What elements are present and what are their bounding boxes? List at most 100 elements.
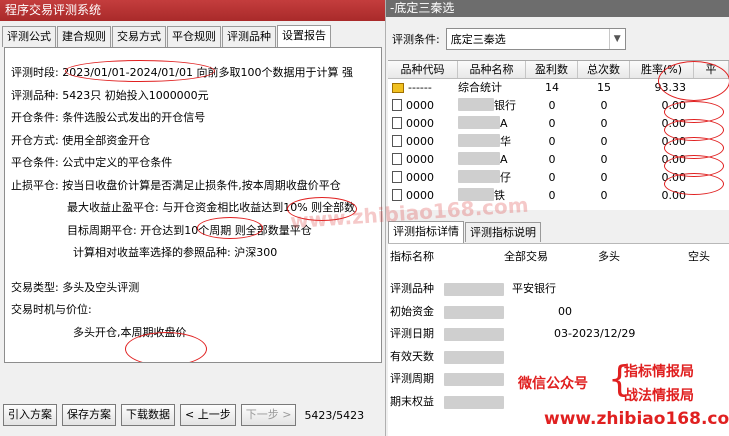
cell-total: 0 — [600, 171, 608, 184]
tab-trade-method[interactable]: 交易方式 — [112, 26, 166, 47]
report-long-open: 多头开仓,本周期收盘价 — [73, 325, 187, 339]
detail-col-all: 全部交易 — [504, 250, 548, 263]
detail-row[interactable]: 期末权益 — [388, 391, 729, 414]
cell-rate: 0.00 — [661, 189, 687, 202]
previous-step-button[interactable]: < 上一步 — [180, 404, 236, 426]
col-wins[interactable]: 盈利数 — [526, 61, 578, 78]
tab-varieties[interactable]: 评测品种 — [222, 26, 276, 47]
detail-name: 有效天数 — [390, 349, 434, 363]
cell-rate: 0.00 — [661, 135, 687, 148]
col-name[interactable]: 品种名称 — [458, 61, 526, 78]
detail-name: 评测品种 — [390, 282, 434, 295]
detail-col-long: 多头 — [598, 250, 620, 263]
cell-name-tail: 仔 — [500, 171, 511, 184]
table-row-summary[interactable]: ------ 综合统计 14 15 93.33 — [388, 79, 729, 97]
detail-row[interactable]: 评测品种 平安银行 — [388, 278, 729, 301]
redacted-block — [458, 170, 500, 183]
detail-name: 期末权益 — [390, 394, 434, 408]
detail-value: 00 — [558, 304, 572, 318]
report-relative-index: 计算相对收益率选择的参照品种: 沪深300 — [73, 246, 278, 259]
import-scheme-button[interactable]: 引入方案 — [3, 404, 57, 426]
selection-result-window: -底定三秦选 评测条件: 底定三秦选 ▼ 品种代码 品种名称 盈利数 总次数 胜… — [386, 0, 729, 436]
evaluation-system-window: 程序交易评测系统 评测公式 建合规则 交易方式 平仓规则 评测品种 设置报告 评… — [0, 0, 386, 436]
report-stoploss: 止损平仓: 按当日收盘价计算是否满足止损条件,按本周期收盘价平仓 — [11, 178, 341, 192]
save-scheme-button[interactable]: 保存方案 — [62, 404, 116, 426]
cell-total: 0 — [600, 189, 608, 202]
document-icon — [392, 135, 402, 147]
cell-wins: 0 — [548, 99, 556, 112]
tab-formula[interactable]: 评测公式 — [2, 26, 56, 47]
indicator-detail-table: 指标名称 全部交易 多头 空头 评测品种 平安银行 初始资金 00 评测日期 03-2… — [388, 243, 729, 436]
col-total[interactable]: 总次数 — [578, 61, 630, 78]
redacted-block — [458, 116, 500, 129]
cell-code: 0000 — [406, 117, 434, 130]
detail-row[interactable]: 评测周期 — [388, 368, 729, 391]
wizard-button-bar: 引入方案 保存方案 下载数据 < 上一步 下一步 > 5423/5423 — [3, 403, 364, 427]
chevron-down-icon[interactable]: ▼ — [608, 29, 625, 49]
redacted-block — [444, 305, 504, 319]
table-row[interactable]: 0000 A 0 0 0.00 — [388, 115, 729, 133]
download-data-button[interactable]: 下载数据 — [121, 404, 175, 426]
detail-value: 平安银行 — [512, 282, 556, 295]
cell-code: 0000 — [406, 171, 434, 184]
report-target-cycle: 目标周期平仓: 开仓达到10个周期 则全部数量平仓 — [67, 223, 312, 237]
detail-value: 03-2023/12/29 — [554, 327, 636, 340]
right-window-title: -底定三秦选 — [386, 0, 729, 17]
document-icon — [392, 99, 402, 111]
redacted-block — [444, 373, 504, 386]
cell-wins: 14 — [545, 81, 559, 94]
tab-indicator-notes[interactable]: 评测指标说明 — [465, 222, 541, 242]
report-text-area[interactable]: 评测时段: 2023/01/01-2024/01/01 向前多取100个数据用于… — [4, 47, 382, 363]
condition-row: 评测条件: 底定三秦选 ▼ — [392, 28, 626, 50]
cell-name-tail: 铁 — [494, 189, 505, 202]
table-row[interactable]: 0000 A 0 0 0.00 — [388, 151, 729, 169]
redacted-block — [444, 395, 504, 409]
table-row[interactable]: 0000 仔 0 0 0.00 — [388, 169, 729, 187]
next-step-button[interactable]: 下一步 > — [240, 404, 297, 426]
detail-col-short: 空头 — [688, 250, 710, 263]
left-window-title: 程序交易评测系统 — [0, 0, 385, 21]
cell-wins: 0 — [548, 153, 556, 166]
tab-report-settings[interactable]: 设置报告 — [277, 25, 331, 47]
cell-wins: 0 — [548, 135, 556, 148]
table-row[interactable]: 0000 银行 0 0 0.00 — [388, 97, 729, 115]
cell-code: 0000 — [406, 189, 434, 202]
detail-row[interactable]: 评测日期 03-2023/12/29 — [388, 323, 729, 346]
report-open-condition: 开仓条件: 条件选股公式发出的开仓信号 — [11, 111, 206, 124]
document-icon — [392, 171, 402, 183]
cell-name-tail: 华 — [500, 135, 511, 148]
cell-code: 0000 — [406, 99, 434, 112]
tab-indicator-details[interactable]: 评测指标详情 — [388, 221, 464, 243]
folder-icon — [392, 83, 404, 93]
detail-col-name: 指标名称 — [390, 250, 434, 263]
redacted-block — [444, 328, 504, 341]
document-icon — [392, 117, 402, 129]
cell-name-tail: A — [500, 153, 508, 166]
cell-total: 15 — [597, 81, 611, 94]
tab-open-rules[interactable]: 建合规则 — [57, 26, 111, 47]
detail-row[interactable]: 初始资金 00 — [388, 301, 729, 324]
redacted-block — [458, 188, 494, 201]
condition-select[interactable]: 底定三秦选 ▼ — [445, 28, 626, 50]
report-period-line: 评测时段: 2023/01/01-2024/01/01 向前多取100个数据用于… — [11, 62, 381, 85]
cell-name-tail: 银行 — [494, 99, 516, 112]
col-winrate[interactable]: 胜率(%) — [630, 61, 694, 78]
cell-rate: 93.33 — [654, 81, 687, 94]
table-row[interactable]: 0000 华 0 0 0.00 — [388, 133, 729, 151]
tab-close-rules[interactable]: 平仓规则 — [167, 26, 221, 47]
cell-total: 0 — [600, 135, 608, 148]
document-icon — [392, 189, 402, 201]
period-rest: 向前多取100个数据用于计算 强 — [193, 66, 353, 79]
table-row[interactable]: 0000 铁 0 0 0.00 — [388, 187, 729, 205]
redacted-block — [458, 152, 500, 165]
cell-code: ------ — [408, 81, 432, 94]
detail-row[interactable]: 有效天数 — [388, 346, 729, 369]
col-code[interactable]: 品种代码 — [388, 61, 458, 78]
cell-rate: 0.00 — [661, 117, 687, 130]
cell-code: 0000 — [406, 135, 434, 148]
cell-total: 0 — [600, 153, 608, 166]
col-extra[interactable]: 平 — [694, 61, 729, 78]
cell-code: 0000 — [406, 153, 434, 166]
cell-name-tail: A — [500, 117, 508, 130]
redacted-block — [458, 134, 500, 147]
